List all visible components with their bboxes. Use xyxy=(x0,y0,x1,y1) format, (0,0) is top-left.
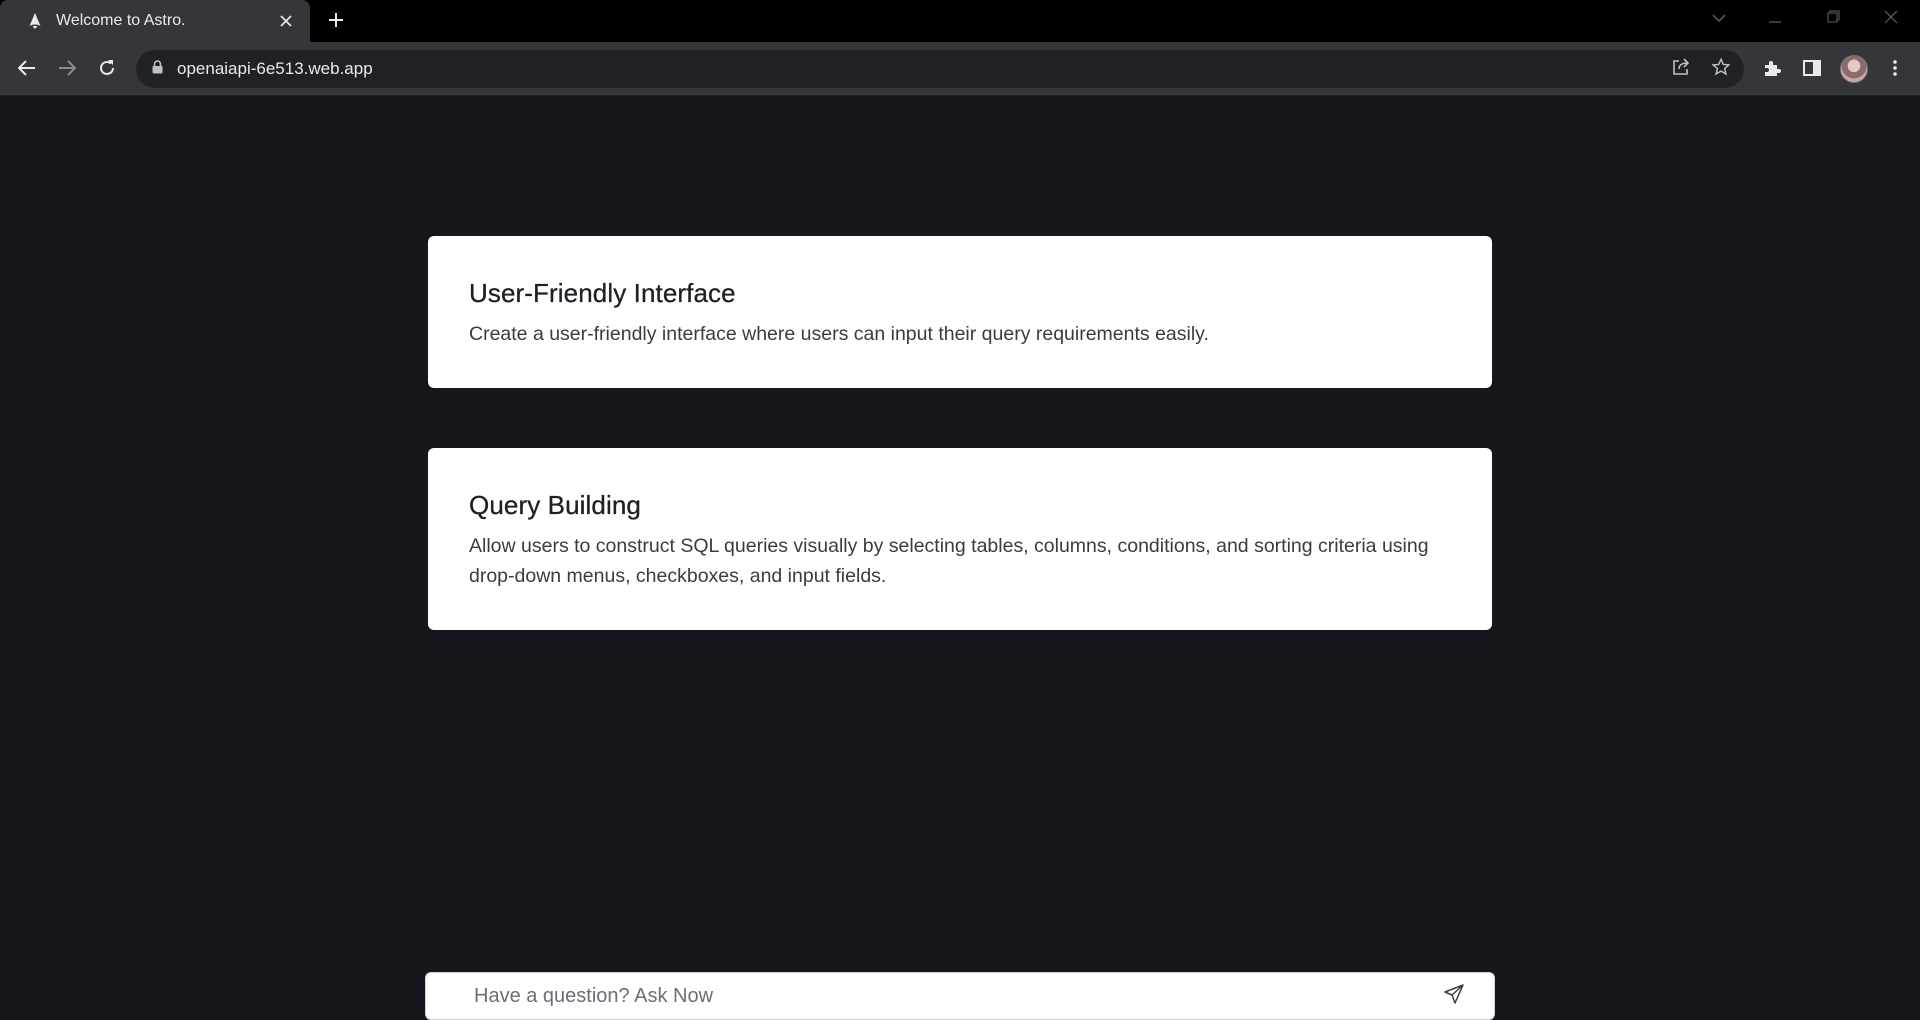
question-input[interactable] xyxy=(474,984,1430,1008)
astro-logo-icon xyxy=(26,12,44,30)
feature-card-description: Create a user-friendly interface where u… xyxy=(469,323,1209,345)
arrow-left-icon xyxy=(17,59,36,81)
chevron-down-icon xyxy=(1712,10,1726,28)
share-icon xyxy=(1672,57,1690,81)
browser-tab-active[interactable]: Welcome to Astro. xyxy=(0,0,310,42)
avatar[interactable] xyxy=(1840,55,1868,83)
minimize-button[interactable] xyxy=(1752,4,1798,34)
minimize-icon xyxy=(1769,10,1781,28)
reload-icon xyxy=(98,59,116,82)
feature-card: Query Building Allow users to construct … xyxy=(428,448,1492,630)
arrow-right-icon xyxy=(58,59,77,81)
side-panel-button[interactable] xyxy=(1797,55,1827,85)
lock-icon[interactable] xyxy=(152,59,163,79)
tab-strip: Welcome to Astro. xyxy=(0,0,1920,42)
restore-button[interactable] xyxy=(1810,4,1856,34)
kebab-menu-icon xyxy=(1893,59,1897,81)
url-text[interactable]: openaiapi-6e513.web.app xyxy=(177,59,373,79)
feature-card-title: User-Friendly Interface xyxy=(469,278,736,308)
extensions-button[interactable] xyxy=(1757,55,1787,85)
send-icon xyxy=(1444,983,1464,1009)
close-icon[interactable] xyxy=(274,9,298,33)
close-icon xyxy=(1884,10,1898,29)
share-button[interactable] xyxy=(1666,54,1696,84)
browser-toolbar: openaiapi-6e513.web.app xyxy=(0,42,1920,96)
restore-icon xyxy=(1827,10,1840,28)
send-button[interactable] xyxy=(1430,973,1478,1019)
plus-icon xyxy=(328,12,344,33)
ask-question-bar xyxy=(425,972,1495,1020)
browser-menu-button[interactable] xyxy=(1880,55,1910,85)
bookmark-button[interactable] xyxy=(1706,54,1736,84)
new-tab-button[interactable] xyxy=(322,8,350,36)
forward-button[interactable] xyxy=(52,55,82,85)
window-close-button[interactable] xyxy=(1868,4,1914,34)
reload-button[interactable] xyxy=(92,55,122,85)
feature-card-title: Query Building xyxy=(469,490,641,520)
puzzle-icon xyxy=(1763,59,1781,82)
star-icon xyxy=(1711,57,1731,81)
tab-search-button[interactable] xyxy=(1696,4,1742,34)
feature-card-description: Allow users to construct SQL queries vis… xyxy=(469,535,1429,587)
side-panel-icon xyxy=(1803,59,1821,81)
feature-card: User-Friendly Interface Create a user-fr… xyxy=(428,236,1492,388)
tab-title: Welcome to Astro. xyxy=(56,12,186,29)
back-button[interactable] xyxy=(12,55,42,85)
address-bar[interactable]: openaiapi-6e513.web.app xyxy=(136,50,1744,88)
